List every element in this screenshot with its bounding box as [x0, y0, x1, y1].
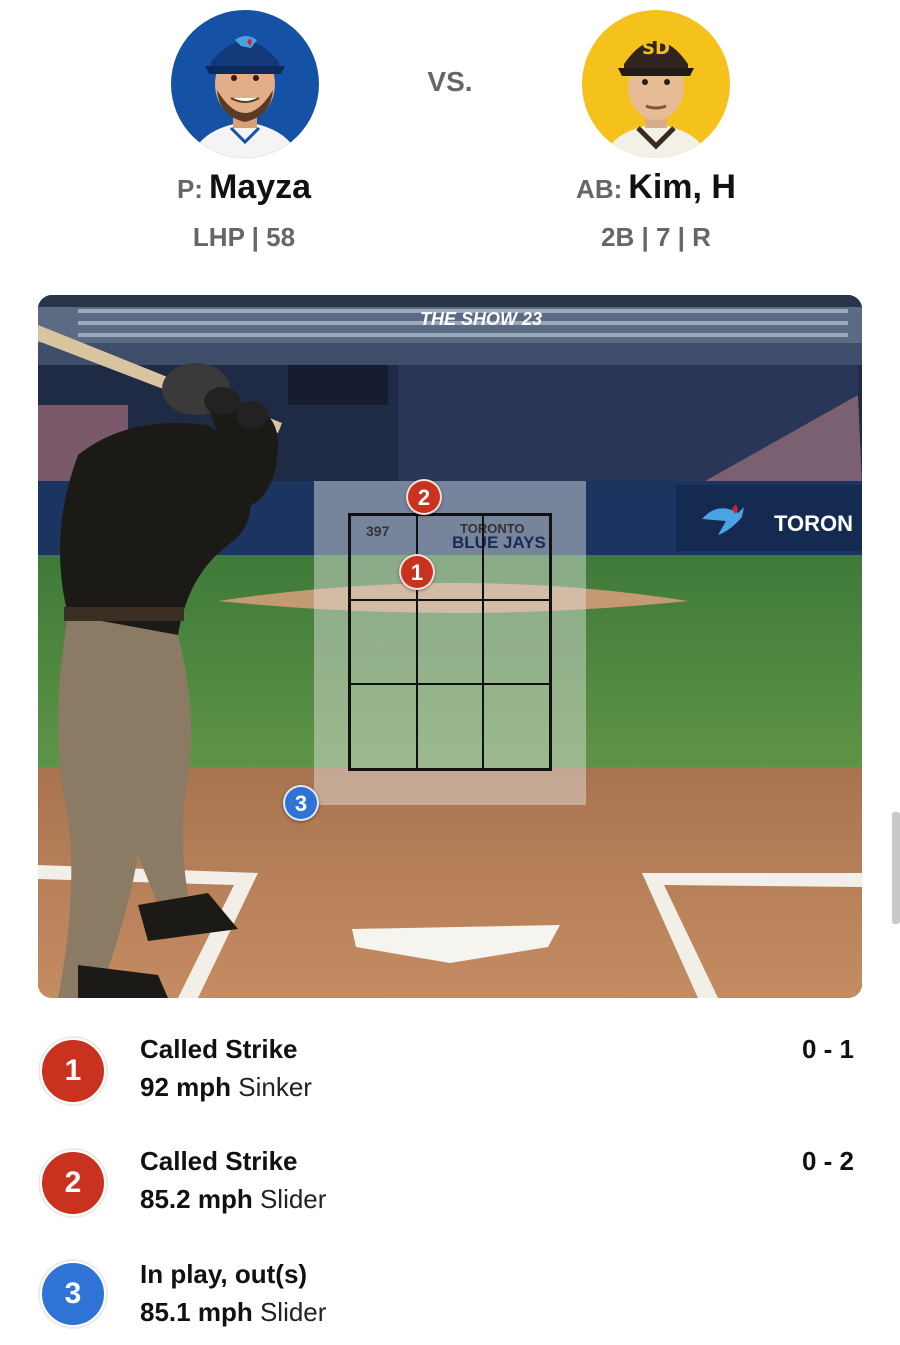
pitcher-meta: LHP | 58	[192, 222, 296, 252]
outfield-wall-text: TORON	[774, 511, 854, 536]
pitch-result: In play, out(s)	[140, 1259, 308, 1289]
pitch-type: Slider	[259, 1297, 327, 1327]
pitch-list-item-1[interactable]: 1 Called Strike 92 mph Sinker 0 - 1	[0, 1030, 900, 1120]
batter-name: AB: Kim, H	[506, 168, 806, 207]
pitch-result: Called Strike	[140, 1034, 298, 1064]
pitch-count: 0 - 2	[801, 1146, 854, 1176]
pitcher-name-text: Mayza	[208, 168, 312, 206]
zone-cell	[350, 684, 417, 769]
zone-cell	[483, 515, 550, 600]
pitch-list-item-3[interactable]: 3 In play, out(s) 85.1 mph Slider	[0, 1255, 900, 1345]
pitch-type: Sinker	[238, 1072, 312, 1102]
pitch-marker-3[interactable]: 3	[283, 785, 319, 821]
pitch-marker-1[interactable]: 1	[399, 554, 435, 590]
pitch-speed: 85.1 mph	[140, 1297, 253, 1327]
batter-avatar[interactable]: SD	[582, 10, 730, 158]
pitch-detail: 85.2 mph Slider	[140, 1184, 326, 1215]
pitch-speed: 85.2 mph	[140, 1184, 253, 1214]
vs-label: VS.	[427, 66, 473, 97]
strike-zone-grid	[348, 513, 552, 771]
matchup-header: VS. SD P: Mayza LHP | 58 AB: Kim, H 2B | 7…	[0, 0, 900, 290]
zone-cell	[416, 684, 484, 769]
pitch-list-item-2[interactable]: 2 Called Strike 85.2 mph Slider 0 - 2	[0, 1142, 900, 1232]
batter-meta: 2B | 7 | R	[601, 222, 711, 252]
zone-cell	[483, 684, 550, 769]
svg-text:SD: SD	[642, 38, 670, 59]
pitch-speed: 92 mph	[140, 1072, 232, 1102]
pitch-number-badge: 3	[40, 1261, 106, 1327]
zone-cell	[350, 599, 417, 685]
pitch-marker-2[interactable]: 2	[406, 479, 442, 515]
zone-cell	[483, 599, 550, 685]
pitch-type: Slider	[259, 1184, 327, 1214]
pitch-location-field[interactable]: THE SHOW 23 TORON 397 TORONTO BLUE JAYS …	[38, 295, 862, 998]
zone-cell	[416, 599, 484, 685]
batter-name-text: Kim, H	[628, 168, 736, 206]
pitch-detail: 92 mph Sinker	[140, 1072, 312, 1103]
game-logo: THE SHOW 23	[420, 309, 543, 329]
pitcher-name: P: Mayza	[94, 168, 394, 207]
pitcher-role-label: P:	[176, 174, 203, 204]
scrollbar[interactable]	[892, 812, 900, 924]
pitch-count: 0 - 1	[801, 1034, 854, 1064]
pitch-number-badge: 1	[40, 1038, 106, 1104]
pitch-result: Called Strike	[140, 1146, 298, 1176]
batter-role-label: AB:	[576, 174, 623, 204]
pitch-detail: 85.1 mph Slider	[140, 1297, 326, 1328]
pitch-number-badge: 2	[40, 1150, 106, 1216]
